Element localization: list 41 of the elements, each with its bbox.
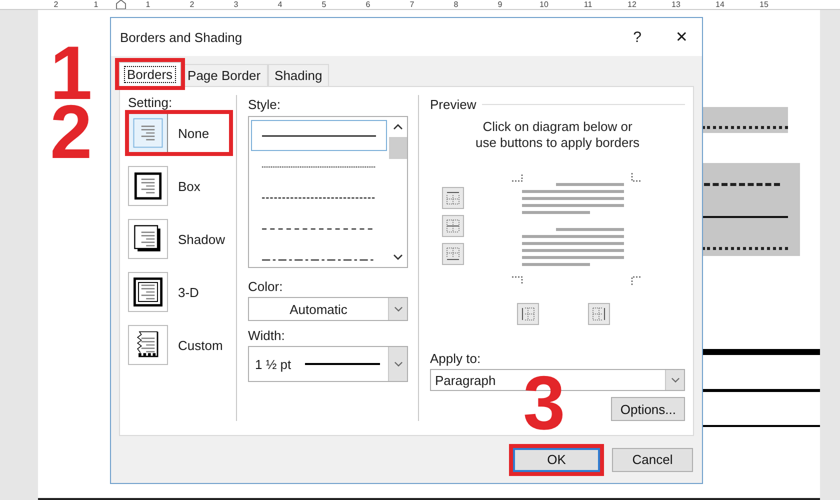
ruler-number: 1 [144,1,152,9]
setting-option-label: 3-D [178,284,200,300]
apply-to-label: Apply to: [430,351,482,366]
ruler-number: 10 [538,1,550,9]
setting-option-label: Custom [178,338,224,352]
ruler-number: 6 [364,1,372,9]
setting-option-label: None [178,126,210,140]
ruler-number: 9 [496,1,504,9]
color-dropdown[interactable]: Automatic [248,297,408,321]
ruler-number: 12 [626,1,638,9]
color-label: Color: [248,279,284,294]
ruler-number: 2 [52,1,60,9]
setting-option-label: Shadow [178,232,226,246]
step-number: 2 [50,103,92,163]
ruler-number: 7 [408,1,416,9]
width-label: Width: [248,328,286,343]
setting-option-label: Box [178,178,202,194]
setting-label: Setting: [128,95,174,110]
ruler-number: 5 [320,1,328,9]
ruler-number: 13 [670,1,682,9]
ruler-number: 3 [232,1,240,9]
style-label: Style: [248,97,282,112]
tab[interactable]: Shading [268,64,330,86]
close-button[interactable]: ✕ [675,28,688,46]
ruler-number: 2 [188,1,196,9]
width-dropdown[interactable]: 1 ½ pt [248,346,408,382]
preview-label: Preview [430,97,476,112]
options-button[interactable]: Options... [611,397,685,421]
ruler-number: 14 [714,1,726,9]
step-number: 1 [50,44,92,104]
ok-button[interactable]: OK [513,448,600,472]
window-title: Borders and Shading [120,30,244,44]
ruler-number: 11 [582,1,594,9]
help-button[interactable]: ? [633,28,642,46]
ruler-number: 4 [276,1,284,9]
ruler-number: 15 [758,1,770,9]
tab[interactable]: Borders [119,62,181,86]
ruler-number: 8 [452,1,460,9]
cancel-button[interactable]: Cancel [612,448,693,472]
ruler-number: 1 [92,1,100,9]
preview-instructions: Click on diagram below or use buttons to apply borders [474,119,641,151]
